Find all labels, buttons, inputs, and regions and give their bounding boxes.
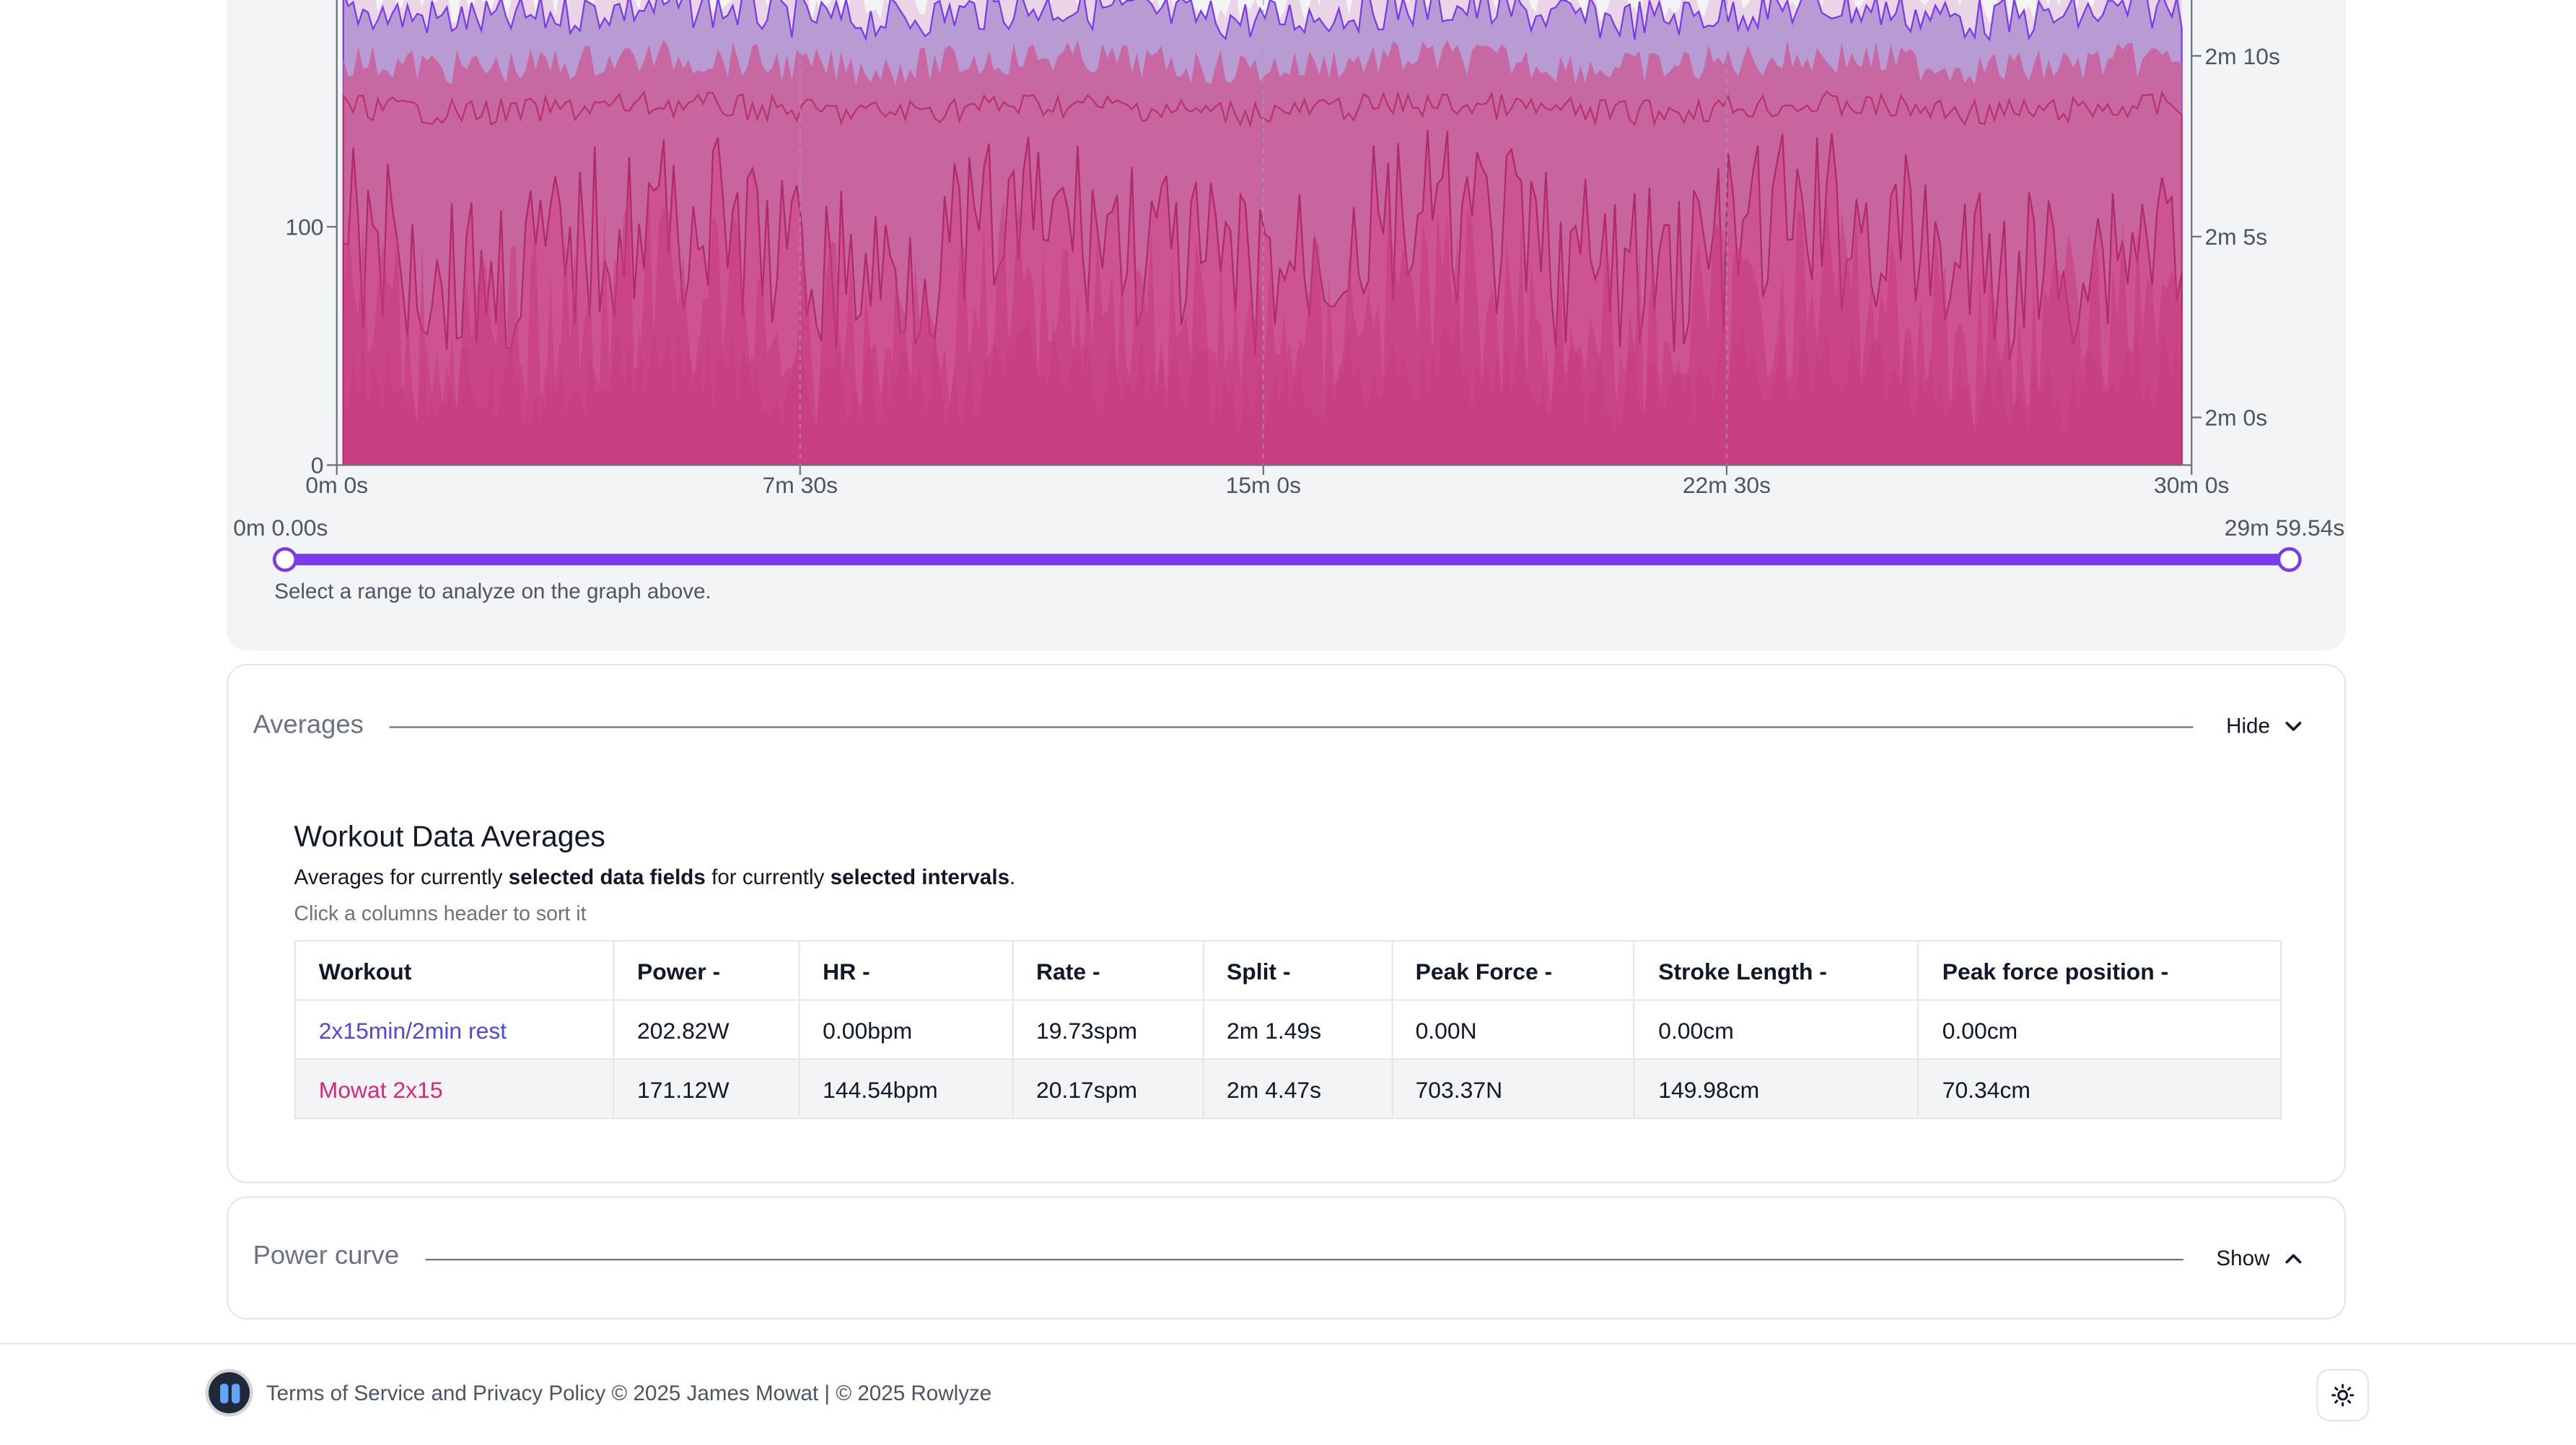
averages-divider [389, 726, 2194, 728]
footer: Terms of Service and Privacy Policy © 20… [0, 1343, 2576, 1445]
left-axis-tick-label: 100 [285, 214, 323, 240]
chevron-up-icon [2284, 1253, 2301, 1263]
power-curve-show-button[interactable]: Show [2216, 1246, 2303, 1270]
column-header-hr[interactable]: HR - [798, 940, 1014, 1001]
x-axis-tick-label: 15m 0s [1226, 472, 1301, 493]
table-cell: 0.00bpm [798, 999, 1014, 1060]
x-axis-tick-label: 7m 30s [763, 472, 838, 493]
range-end-label: 29m 59.54s [2224, 514, 2345, 541]
right-axis-tick-label: 2m 5s [2204, 224, 2267, 250]
averages-description: Averages for currently selected data fie… [294, 864, 1016, 889]
x-axis-tick-label: 30m 0s [2154, 472, 2229, 493]
table-cell: 149.98cm [1634, 1058, 1919, 1119]
averages-table: Workout Power - HR - Rate - Split - Peak… [294, 940, 2282, 1119]
x-axis-tick-label: 0m 0s [305, 472, 368, 493]
theme-toggle-button[interactable] [2316, 1368, 2370, 1422]
footer-text[interactable]: Terms of Service and Privacy Policy © 20… [266, 1381, 991, 1405]
column-header-workout[interactable]: Workout [294, 940, 615, 1001]
rowlyze-logo-icon [209, 1372, 250, 1414]
power-curve-show-label: Show [2216, 1245, 2270, 1270]
power-curve-divider [425, 1259, 2183, 1261]
right-axis-tick-label: 2m 10s [2204, 43, 2279, 69]
right-axis-tick-label: 2m 0s [2204, 405, 2267, 431]
workout-link[interactable]: Mowat 2x15 [294, 1058, 615, 1119]
power-curve-section-title: Power curve [253, 1242, 400, 1270]
column-header-rate[interactable]: Rate - [1011, 940, 1204, 1001]
table-cell: 144.54bpm [798, 1058, 1014, 1119]
table-cell: 19.73spm [1011, 999, 1204, 1060]
table-cell: 0.00N [1390, 999, 1636, 1060]
power-curve-section: Power curve Show [227, 1196, 2347, 1320]
range-start-handle[interactable] [271, 547, 297, 572]
column-header-split[interactable]: Split - [1201, 940, 1393, 1001]
table-cell: 0.00cm [1634, 999, 1919, 1060]
workout-chart[interactable]: 10002m 10s2m 5s2m 0s0m 0s 7m 30s 15m 0s 22m… [0, 0, 2576, 493]
table-row: Mowat 2x15 171.12W 144.54bpm 20.17spm 2m… [294, 1058, 2282, 1119]
table-cell: 703.37N [1390, 1058, 1636, 1119]
averages-hide-button[interactable]: Hide [2226, 713, 2303, 738]
table-cell: 2m 4.47s [1201, 1058, 1393, 1119]
range-slider-track[interactable] [284, 554, 2289, 566]
table-row: 2x15min/2min rest 202.82W 0.00bpm 19.73s… [294, 999, 2282, 1060]
averages-hide-label: Hide [2226, 713, 2270, 738]
table-cell: 2m 1.49s [1201, 999, 1393, 1060]
workout-link[interactable]: 2x15min/2min rest [294, 999, 615, 1060]
column-header-peak-force[interactable]: Peak Force - [1390, 940, 1636, 1001]
column-header-power[interactable]: Power - [612, 940, 800, 1001]
table-cell: 70.34cm [1917, 1058, 2282, 1119]
range-start-label: 0m 0.00s [233, 514, 328, 541]
range-end-handle[interactable] [2276, 547, 2301, 572]
column-header-stroke-length[interactable]: Stroke Length - [1634, 940, 1919, 1001]
averages-section: Averages Hide Workout Data Averages Aver… [227, 663, 2347, 1184]
table-cell: 202.82W [612, 999, 800, 1060]
table-cell: 0.00cm [1917, 999, 2282, 1060]
table-cell: 20.17spm [1011, 1058, 1204, 1119]
x-axis-tick-label: 22m 30s [1683, 472, 1771, 493]
averages-heading: Workout Data Averages [294, 820, 605, 853]
sun-icon [2331, 1384, 2354, 1407]
table-header-row: Workout Power - HR - Rate - Split - Peak… [294, 940, 2282, 1001]
chevron-down-icon [2284, 720, 2301, 730]
range-help-text: Select a range to analyze on the graph a… [274, 578, 711, 603]
averages-section-title: Averages [253, 711, 364, 740]
sort-hint: Click a columns header to sort it [294, 902, 587, 925]
table-cell: 171.12W [612, 1058, 800, 1119]
column-header-peak-force-position[interactable]: Peak force position - [1917, 940, 2282, 1001]
